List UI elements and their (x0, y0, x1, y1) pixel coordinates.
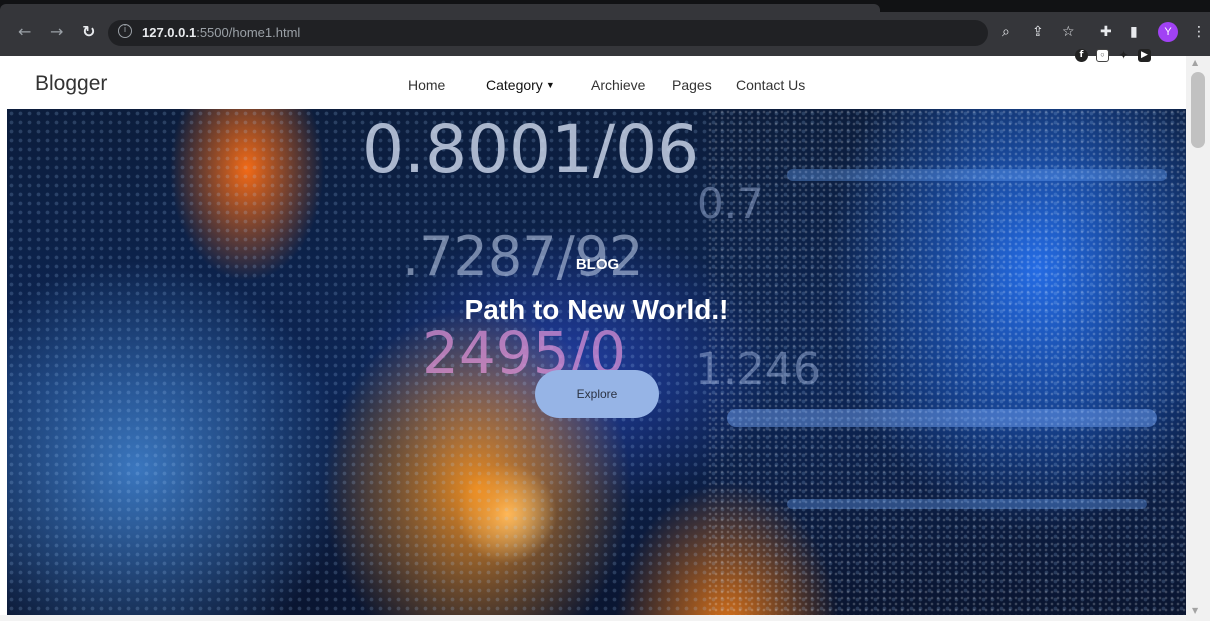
scroll-down-icon[interactable]: ▼ (1192, 606, 1198, 615)
youtube-icon[interactable]: ▶ (1138, 49, 1151, 62)
twitter-icon[interactable]: ✦ (1117, 49, 1130, 62)
back-icon[interactable]: ← (18, 22, 31, 42)
page-scrollbar[interactable]: ▲ ▼ (1186, 56, 1210, 621)
hero-banner: 0.8001/06 .7287/92 2495/0 0.7 1.246 BLOG… (7, 109, 1186, 615)
menu-item-contact-us[interactable]: Contact Us (736, 77, 805, 93)
browser-chrome: ← → ↻ i 127.0.0.1:5500/home1.html ⌕ ⇪ ☆ … (0, 0, 1210, 56)
side-panel-icon[interactable]: ▮ (1130, 24, 1138, 40)
menu-item-archieve[interactable]: Archieve (591, 77, 645, 93)
caret-down-icon: ▼ (545, 80, 555, 90)
url-host: 127.0.0.1 (142, 25, 197, 40)
url-text[interactable]: 127.0.0.1:5500/home1.html (142, 25, 300, 40)
hero-title: Path to New World.! (464, 294, 729, 325)
menu-icon[interactable]: ⋮ (1192, 24, 1206, 40)
page-bottom-edge (0, 615, 1186, 621)
active-tab[interactable] (0, 4, 880, 12)
scroll-thumb[interactable] (1191, 72, 1205, 148)
extensions-icon[interactable]: ✚ (1100, 24, 1112, 40)
reload-icon[interactable]: ↻ (82, 22, 95, 42)
explore-button[interactable]: Explore (535, 370, 659, 418)
tab-strip (0, 0, 1210, 12)
hero-content: BLOG Path to New World.! Explore (7, 109, 1186, 615)
info-icon[interactable]: i (118, 24, 132, 38)
brand-logo[interactable]: Blogger (35, 72, 107, 96)
forward-icon[interactable]: → (50, 22, 63, 42)
social-links: f ◦ ✦ ▶ (1075, 49, 1151, 62)
hero-kicker: BLOG (575, 256, 620, 273)
menu-item-pages[interactable]: Pages (672, 77, 712, 93)
site-header: Blogger Home Category ▼ Archieve Pages Co… (0, 49, 1186, 109)
star-icon[interactable]: ☆ (1062, 24, 1075, 40)
menu-item-home[interactable]: Home (408, 77, 445, 93)
facebook-icon[interactable]: f (1075, 49, 1088, 62)
instagram-icon[interactable]: ◦ (1096, 49, 1109, 62)
zoom-icon[interactable]: ⌕ (1002, 24, 1010, 40)
scroll-up-icon[interactable]: ▲ (1192, 58, 1198, 67)
url-path: :5500/home1.html (196, 25, 301, 40)
menu-item-category-label: Category (486, 77, 543, 93)
address-bar[interactable]: i 127.0.0.1:5500/home1.html (108, 20, 988, 46)
profile-avatar[interactable]: Y (1158, 22, 1178, 42)
share-icon[interactable]: ⇪ (1032, 24, 1044, 40)
menu-item-category[interactable]: Category ▼ (486, 77, 555, 93)
